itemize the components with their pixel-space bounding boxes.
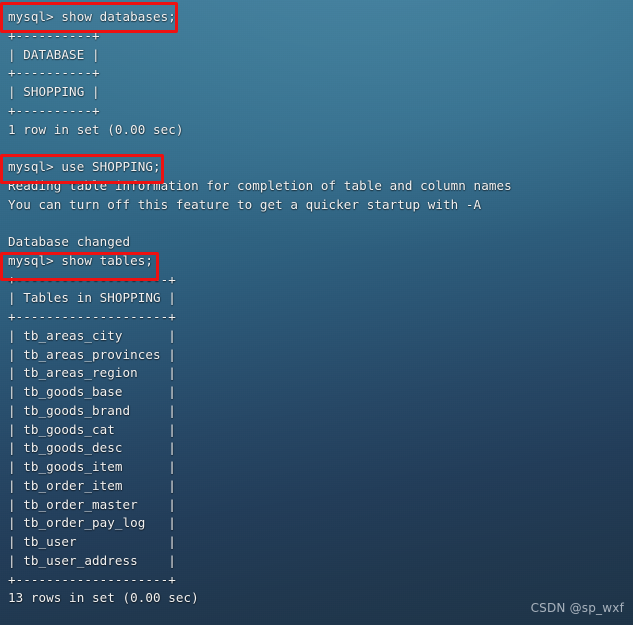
console-line-row: | tb_order_master | [8, 496, 176, 512]
console-line-status: 1 row in set (0.00 sec) [8, 121, 184, 137]
console-line-separator: +--------------------+ [8, 309, 176, 324]
console-line-row: | tb_user_address | [8, 552, 176, 568]
console-line-row: | tb_areas_provinces | [8, 346, 176, 362]
console-line-header: | Tables in SHOPPING | [8, 290, 176, 306]
console-line-status: 13 rows in set (0.00 sec) [8, 590, 199, 606]
console-line-status: Database changed [8, 234, 131, 249]
console-line-row: | tb_goods_brand | [8, 402, 176, 418]
highlight-box-1 [0, 2, 178, 33]
terminal-window[interactable]: mysql> show databases; +----------+ | DATA… [0, 0, 633, 625]
console-line-row: | tb_areas_region | [8, 365, 176, 381]
console-line-info: You can turn off this feature to get a q… [8, 196, 482, 212]
highlight-box-3 [0, 252, 159, 281]
console-line-row: | tb_goods_cat | [8, 421, 176, 437]
console-line-row: | tb_order_item | [8, 477, 176, 493]
highlight-box-2 [0, 154, 164, 184]
console-line-row: | SHOPPING | [8, 84, 100, 99]
console-line-separator: +----------+ [8, 65, 100, 81]
console-line-row: | tb_user | [8, 534, 176, 549]
console-line-row: | tb_areas_city | [8, 327, 176, 343]
console-line-row: | tb_goods_item | [8, 459, 176, 474]
console-line-row: | tb_order_pay_log | [8, 515, 176, 531]
console-line-header: | DATABASE | [8, 46, 100, 62]
watermark-label: CSDN @sp_wxf [530, 601, 624, 615]
console-line-row: | tb_goods_base | [8, 384, 176, 399]
console-line-separator: +----------+ [8, 102, 100, 118]
console-line-separator: +--------------------+ [8, 571, 176, 587]
console-line-row: | tb_goods_desc | [8, 440, 176, 456]
